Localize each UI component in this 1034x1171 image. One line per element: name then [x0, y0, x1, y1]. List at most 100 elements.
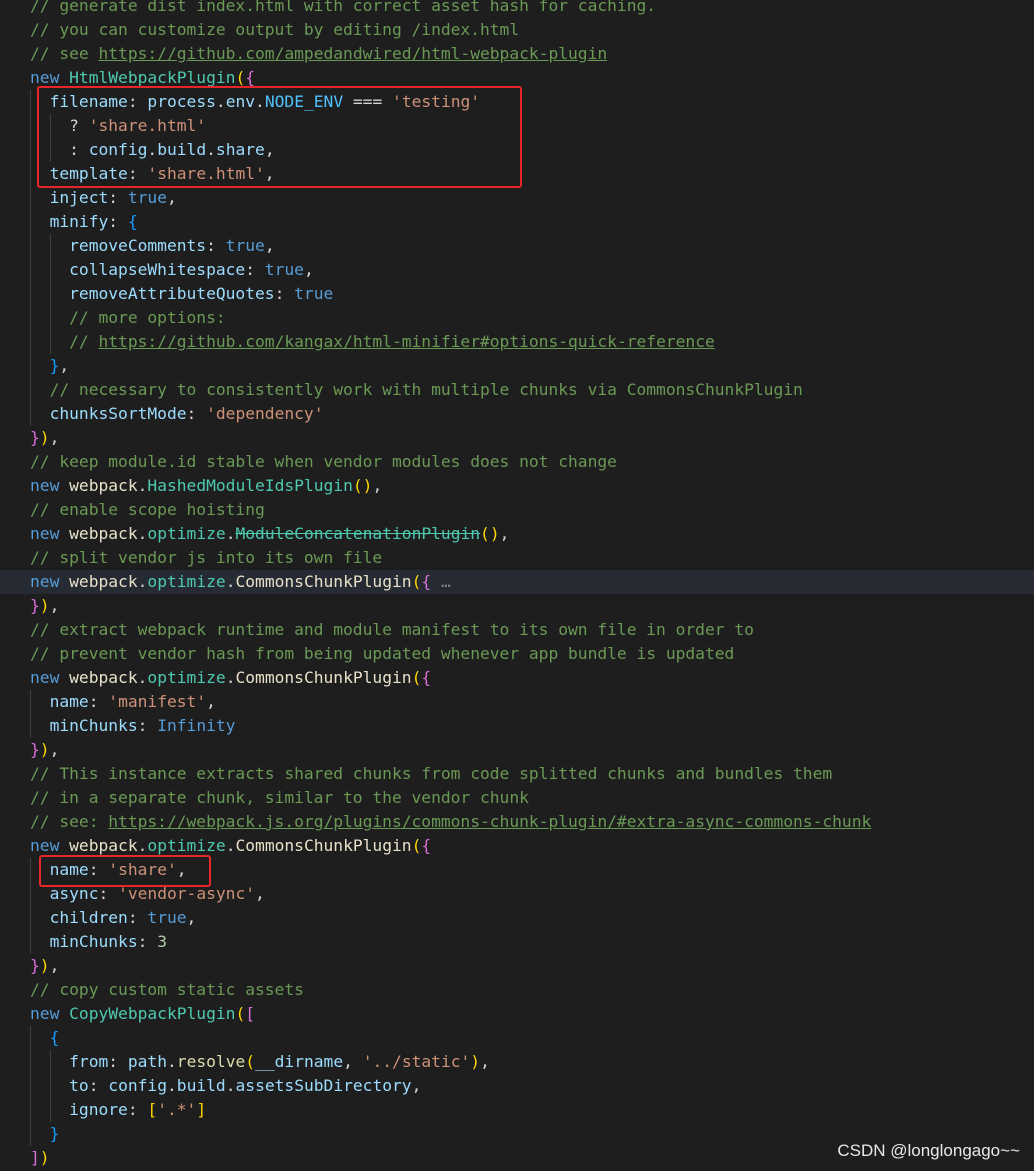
- code-line[interactable]: // extract webpack runtime and module ma…: [0, 618, 1034, 642]
- code-token: :: [274, 284, 295, 303]
- indent-guide: [30, 210, 31, 234]
- code-token: ,: [372, 476, 383, 495]
- code-line[interactable]: children: true,: [0, 906, 1034, 930]
- code-line[interactable]: new webpack.optimize.CommonsChunkPlugin(…: [0, 570, 1034, 594]
- code-line[interactable]: chunksSortMode: 'dependency': [0, 402, 1034, 426]
- code-token: ,: [186, 908, 197, 927]
- code-line[interactable]: {: [0, 1026, 1034, 1050]
- code-token: ,: [49, 596, 60, 615]
- code-line[interactable]: }),: [0, 426, 1034, 450]
- code-token: HtmlWebpackPlugin: [69, 68, 236, 87]
- code-line[interactable]: minChunks: 3: [0, 930, 1034, 954]
- code-token: :: [127, 1100, 148, 1119]
- code-line[interactable]: // more options:: [0, 306, 1034, 330]
- code-token: inject: [30, 188, 109, 207]
- code-token: webpack: [69, 524, 138, 543]
- code-line[interactable]: // see: https://webpack.js.org/plugins/c…: [0, 810, 1034, 834]
- indent-guide: [30, 330, 31, 354]
- code-line[interactable]: collapseWhitespace: true,: [0, 258, 1034, 282]
- code-token: :: [186, 404, 207, 423]
- code-line[interactable]: // https://github.com/kangax/html-minifi…: [0, 330, 1034, 354]
- code-token: 3: [157, 932, 167, 951]
- code-line[interactable]: minify: {: [0, 210, 1034, 234]
- code-line[interactable]: new webpack.optimize.CommonsChunkPlugin(…: [0, 666, 1034, 690]
- code-token: CommonsChunkPlugin: [235, 836, 412, 855]
- code-token: .: [225, 572, 236, 591]
- code-token: resolve: [176, 1052, 246, 1071]
- code-token: chunksSortMode: [30, 404, 187, 423]
- code-token: new: [30, 68, 70, 87]
- code-line[interactable]: // necessary to consistently work with m…: [0, 378, 1034, 402]
- code-line[interactable]: name: 'manifest',: [0, 690, 1034, 714]
- code-line[interactable]: // keep module.id stable when vendor mod…: [0, 450, 1034, 474]
- code-line[interactable]: from: path.resolve(__dirname, '../static…: [0, 1050, 1034, 1074]
- code-link[interactable]: https://github.com/kangax/html-minifier#…: [98, 332, 714, 351]
- indent-guide: [30, 1098, 31, 1122]
- code-line[interactable]: }),: [0, 954, 1034, 978]
- code-line[interactable]: removeComments: true,: [0, 234, 1034, 258]
- indent-guide: [30, 402, 31, 426]
- code-token: :: [245, 260, 265, 279]
- code-token: true: [127, 188, 167, 207]
- code-token: new: [30, 524, 70, 543]
- code-token: {: [421, 668, 432, 687]
- code-token: 'dependency': [206, 404, 324, 423]
- indent-guide: [30, 1074, 31, 1098]
- code-line[interactable]: removeAttributeQuotes: true: [0, 282, 1034, 306]
- code-line[interactable]: // in a separate chunk, similar to the v…: [0, 786, 1034, 810]
- code-token: }: [49, 1124, 60, 1143]
- code-token: Infinity: [157, 716, 236, 735]
- indent-guide: [30, 1050, 31, 1074]
- code-token: .: [166, 1052, 177, 1071]
- code-token: minChunks: [30, 716, 138, 735]
- code-token: .: [137, 668, 148, 687]
- code-line[interactable]: new webpack.optimize.ModuleConcatenation…: [0, 522, 1034, 546]
- code-token: true: [147, 908, 187, 927]
- code-link[interactable]: https://github.com/ampedandwired/html-we…: [98, 44, 607, 63]
- code-line[interactable]: // prevent vendor hash from being update…: [0, 642, 1034, 666]
- code-token: {: [421, 572, 432, 591]
- code-line[interactable]: // you can customize output by editing /…: [0, 18, 1034, 42]
- code-token: :: [108, 188, 128, 207]
- code-line[interactable]: // enable scope hoisting: [0, 498, 1034, 522]
- highlight-box-filename-template: [37, 86, 522, 188]
- code-token: .: [137, 836, 148, 855]
- code-line[interactable]: }),: [0, 738, 1034, 762]
- code-token: (: [245, 1052, 256, 1071]
- code-token: ): [39, 1148, 50, 1167]
- code-token: .: [225, 836, 236, 855]
- code-token: ,: [255, 884, 265, 903]
- code-token: // copy custom static assets: [30, 980, 304, 999]
- code-token: build: [176, 1076, 226, 1095]
- code-token: //: [30, 332, 99, 351]
- code-token: ,: [49, 740, 60, 759]
- indent-guide: [30, 258, 31, 282]
- code-token: {: [421, 836, 432, 855]
- code-line[interactable]: // generate dist index.html with correct…: [0, 0, 1034, 18]
- code-token: // more options:: [30, 308, 226, 327]
- code-line[interactable]: },: [0, 354, 1034, 378]
- code-line[interactable]: inject: true,: [0, 186, 1034, 210]
- indent-guide: [50, 330, 51, 354]
- code-line[interactable]: ignore: ['.*']: [0, 1098, 1034, 1122]
- code-token: optimize: [147, 668, 226, 687]
- code-line[interactable]: // This instance extracts shared chunks …: [0, 762, 1034, 786]
- code-token: // This instance extracts shared chunks …: [30, 764, 833, 783]
- code-line[interactable]: // see https://github.com/ampedandwired/…: [0, 42, 1034, 66]
- code-line[interactable]: new CopyWebpackPlugin([: [0, 1002, 1034, 1026]
- folded-ellipsis[interactable]: …: [431, 572, 451, 591]
- code-token: // enable scope hoisting: [30, 500, 265, 519]
- code-line[interactable]: }),: [0, 594, 1034, 618]
- code-line[interactable]: new webpack.HashedModuleIdsPlugin(),: [0, 474, 1034, 498]
- indent-guide: [30, 234, 31, 258]
- indent-guide: [30, 138, 31, 162]
- code-line[interactable]: // split vendor js into its own file: [0, 546, 1034, 570]
- indent-guide: [50, 1050, 51, 1074]
- code-line[interactable]: // copy custom static assets: [0, 978, 1034, 1002]
- code-line[interactable]: to: config.build.assetsSubDirectory,: [0, 1074, 1034, 1098]
- indent-guide: [30, 858, 31, 882]
- code-line[interactable]: minChunks: Infinity: [0, 714, 1034, 738]
- code-link[interactable]: https://webpack.js.org/plugins/commons-c…: [108, 812, 871, 831]
- code-token: '../static': [362, 1052, 471, 1071]
